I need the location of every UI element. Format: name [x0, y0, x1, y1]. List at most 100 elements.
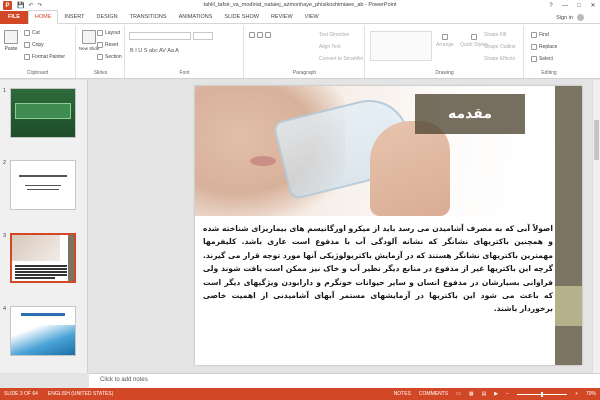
slides-group-label: Slides	[93, 70, 108, 76]
thumbnail-text-line	[27, 189, 59, 190]
current-slide[interactable]: مقدمه اصولاً آبی که به مصرف آشامیدن می ر…	[195, 86, 582, 365]
select-button[interactable]: Select	[531, 56, 553, 62]
slide-editor: مقدمه اصولاً آبی که به مصرف آشامیدن می ر…	[89, 80, 600, 373]
tab-view[interactable]: VIEW	[299, 11, 325, 24]
save-icon[interactable]: 💾	[17, 2, 24, 9]
slide-title: مقدمه	[448, 106, 492, 122]
tab-review[interactable]: REVIEW	[265, 11, 299, 24]
bullets-button[interactable]	[249, 32, 271, 38]
thumbnail-number: 2	[3, 160, 7, 166]
sign-in[interactable]: Sign in	[556, 14, 584, 21]
zoom-out-icon[interactable]: −	[506, 391, 509, 397]
shape-outline-button[interactable]: Shape Outline	[484, 44, 516, 50]
slideshow-icon[interactable]: ▶	[494, 391, 498, 397]
tab-home[interactable]: HOME	[27, 10, 59, 24]
convert-smartart-button[interactable]: Convert to SmartArt	[319, 56, 363, 62]
slide-sorter-icon[interactable]: ▦	[469, 391, 474, 397]
redo-icon[interactable]: ↷	[38, 2, 43, 9]
title-bar: P 💾 ↶ ↷ tahlil_tafsir_va_modiriat_nataie…	[0, 0, 600, 11]
reading-view-icon[interactable]: ▤	[482, 391, 487, 397]
undo-icon[interactable]: ↶	[28, 2, 33, 9]
format-painter-button[interactable]: Format Painter	[24, 54, 65, 60]
shape-fill-button[interactable]: Shape Fill	[484, 32, 506, 38]
arrange-icon	[441, 34, 448, 40]
slide-body-text[interactable]: اصولاً آبی که به مصرف آشامیدن می رسد بای…	[203, 222, 553, 362]
notes-button[interactable]: NOTES	[394, 391, 411, 397]
minimize-button[interactable]: —	[558, 0, 572, 11]
slide-side-bar	[555, 86, 582, 365]
replace-button[interactable]: Replace	[531, 44, 557, 50]
normal-view-icon[interactable]: ▭	[456, 391, 461, 397]
tab-animations[interactable]: ANIMATIONS	[173, 11, 219, 24]
indent-icon	[265, 32, 271, 38]
tab-transitions[interactable]: TRANSITIONS	[124, 11, 173, 24]
align-text-label: Align Text	[319, 44, 341, 50]
font-size-dropdown[interactable]	[193, 32, 213, 40]
layout-button[interactable]: Layout	[97, 30, 120, 36]
brush-icon	[24, 54, 30, 60]
cut-button[interactable]: Cut	[24, 30, 40, 36]
reset-button[interactable]: Reset	[97, 42, 118, 48]
shape-outline-label: Shape Outline	[484, 44, 516, 50]
font-group: B I U S abc AV Aa A Font	[126, 26, 244, 78]
font-group-label: Font	[179, 70, 190, 76]
help-button[interactable]: ?	[544, 0, 558, 11]
maximize-button[interactable]: □	[572, 0, 586, 11]
shape-fill-label: Shape Fill	[484, 32, 507, 38]
font-format-row[interactable]: B I U S abc AV Aa A	[130, 48, 179, 54]
align-text-button[interactable]: Align Text	[319, 44, 341, 50]
thumbnail-text-line	[15, 274, 67, 276]
language-indicator[interactable]: ENGLISH (UNITED STATES)	[48, 391, 113, 397]
window-controls: ? — □ ✕	[544, 0, 600, 11]
slide-thumbnail-1[interactable]	[10, 88, 76, 138]
zoom-level[interactable]: 70%	[586, 391, 596, 397]
search-icon	[531, 32, 537, 38]
vertical-scrollbar[interactable]	[592, 80, 600, 373]
thumbnail-number: 4	[3, 306, 7, 312]
numbering-icon	[257, 32, 263, 38]
arrange-button[interactable]: Arrange	[436, 34, 454, 48]
thumbnail-title-line	[19, 175, 67, 177]
tab-slide-show[interactable]: SLIDE SHOW	[218, 11, 265, 24]
status-bar: SLIDE 3 OF 64 ENGLISH (UNITED STATES) NO…	[0, 388, 600, 400]
replace-label: Replace	[539, 44, 558, 50]
zoom-in-icon[interactable]: +	[575, 391, 578, 397]
section-button[interactable]: Section	[97, 54, 122, 60]
close-button[interactable]: ✕	[586, 0, 600, 11]
notes-pane[interactable]: Click to add notes	[89, 373, 600, 388]
thumbnail-banner	[15, 103, 71, 119]
font-name-dropdown[interactable]	[129, 32, 191, 40]
notes-placeholder: Click to add notes	[100, 377, 148, 383]
copy-button[interactable]: Copy	[24, 42, 44, 48]
paragraph-group-label: Paragraph	[292, 70, 317, 76]
zoom-slider-knob[interactable]	[541, 391, 544, 397]
zoom-slider[interactable]	[517, 391, 568, 397]
scrollbar-thumb[interactable]	[594, 120, 599, 160]
paste-button[interactable]: Paste	[4, 30, 18, 52]
thumbnail-text-line	[15, 265, 67, 267]
shapes-gallery[interactable]	[370, 31, 432, 61]
drawing-group-label: Drawing	[435, 70, 454, 76]
tab-file[interactable]: FILE	[0, 10, 28, 24]
copy-icon	[24, 42, 30, 48]
comments-button[interactable]: COMMENTS	[419, 391, 448, 397]
slide-thumbnail-4[interactable]	[10, 306, 76, 356]
side-bar-accent	[555, 286, 582, 326]
find-button[interactable]: Find	[531, 32, 549, 38]
slide-thumbnail-2[interactable]	[10, 160, 76, 210]
slide-thumbnail-3[interactable]	[10, 233, 76, 283]
thumbnail-number: 3	[3, 233, 7, 239]
arrange-label: Arrange	[436, 42, 454, 48]
shape-effects-label: Shape Effects	[484, 56, 516, 62]
shape-effects-button[interactable]: Shape Effects	[484, 56, 515, 62]
sign-in-link[interactable]: Sign in	[556, 15, 573, 21]
tab-insert[interactable]: INSERT	[58, 11, 90, 24]
tab-design[interactable]: DESIGN	[91, 11, 124, 24]
reset-icon	[97, 42, 103, 48]
text-direction-button[interactable]: Text Direction	[319, 32, 349, 38]
cut-label: Cut	[32, 30, 40, 36]
paragraph-group: Text Direction Align Text Convert to Sma…	[245, 26, 365, 78]
find-label: Find	[539, 32, 549, 38]
avatar	[577, 14, 584, 21]
slide-title-box[interactable]: مقدمه	[415, 94, 525, 134]
